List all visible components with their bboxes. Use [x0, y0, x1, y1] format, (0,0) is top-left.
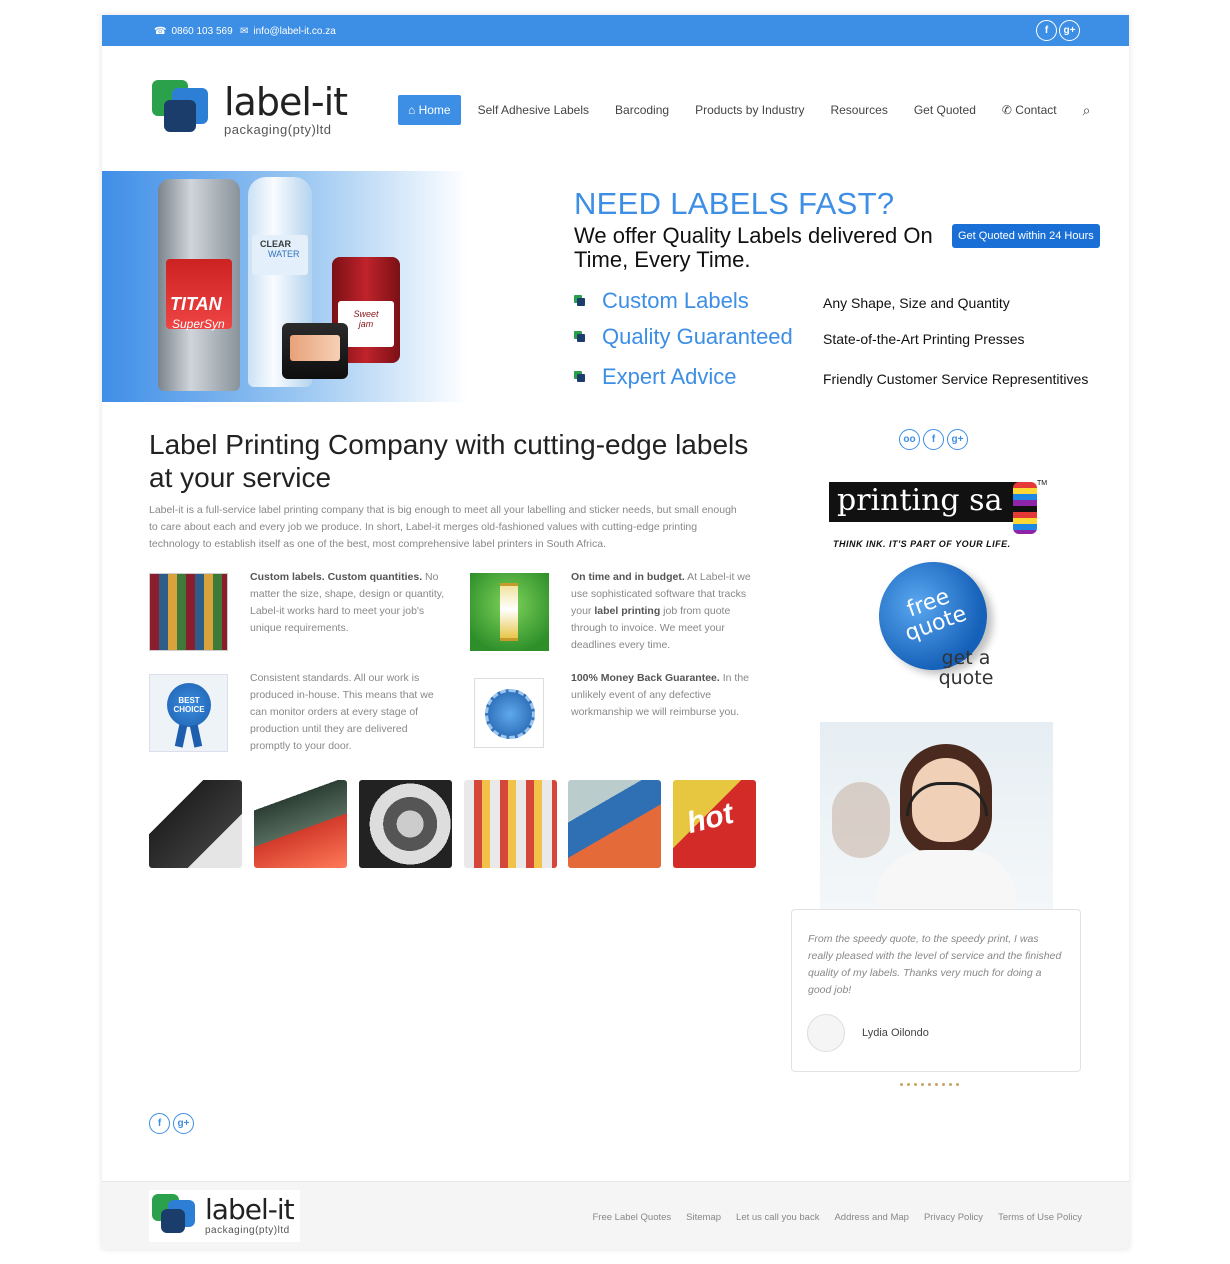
- footer-link-sitemap[interactable]: Sitemap: [686, 1212, 721, 1223]
- top-bar: ☎ 0860 103 569 ✉ info@label-it.co.za f g…: [102, 15, 1129, 46]
- hero-title: NEED LABELS FAST?: [574, 186, 895, 221]
- mail-icon: ✉: [240, 26, 249, 37]
- testimonial-quote: From the speedy quote, to the speedy pri…: [808, 933, 1062, 996]
- hourglass-money-image: [470, 573, 549, 651]
- footer-logo[interactable]: label-it packaging(pty)ltd: [149, 1190, 300, 1242]
- get-quoted-button[interactable]: Get Quoted within 24 Hours: [952, 224, 1100, 248]
- hero-feature-desc: Any Shape, Size and Quantity: [823, 295, 1010, 311]
- email-contact[interactable]: ✉ info@label-it.co.za: [240, 26, 336, 37]
- footer-link-address-map[interactable]: Address and Map: [834, 1212, 908, 1223]
- cosmetic-jar-image: [282, 323, 348, 379]
- footer-social: f g+: [149, 1113, 194, 1134]
- google-plus-icon[interactable]: g+: [1059, 20, 1080, 41]
- nav-home[interactable]: ⌂ Home: [398, 95, 461, 125]
- hero-subtitle: We offer Quality Labels delivered On Tim…: [574, 223, 933, 272]
- printing-sa-color-mark-icon: [1013, 482, 1037, 534]
- page-shell: ☎ 0860 103 569 ✉ info@label-it.co.za f g…: [102, 15, 1129, 1249]
- facebook-icon[interactable]: f: [923, 429, 944, 450]
- get-a-quote-text[interactable]: get a quote: [937, 648, 995, 688]
- sidebar-social: oo f g+: [899, 429, 968, 450]
- thumb-label-rolls[interactable]: [359, 780, 452, 868]
- search-icon[interactable]: ⌕: [1070, 102, 1104, 119]
- thumb-label-printer[interactable]: [149, 780, 242, 868]
- email-address: info@label-it.co.za: [253, 26, 336, 37]
- bullet-icon: [574, 295, 586, 307]
- facebook-icon[interactable]: f: [1036, 20, 1057, 41]
- nav-get-quoted[interactable]: Get Quoted: [901, 103, 989, 117]
- money-back-guarantee-image: [474, 678, 544, 748]
- thumb-barcode-scanner[interactable]: [254, 780, 347, 868]
- bullet-icon: [574, 371, 586, 383]
- avatar: [807, 1014, 845, 1052]
- hero-feature-desc: Friendly Customer Service Representitive…: [823, 371, 1089, 387]
- nav-products-by-industry[interactable]: Products by Industry: [682, 103, 817, 117]
- feature-custom-labels: Custom labels. Custom quantities. No mat…: [250, 571, 445, 634]
- best-choice-ribbon-image: BEST CHOICE: [149, 674, 228, 752]
- oil-bottle-image: TITAN SuperSyn: [158, 179, 240, 391]
- footer-link-call-back[interactable]: Let us call you back: [736, 1212, 819, 1223]
- feature-money-back: 100% Money Back Guarantee. In the unlike…: [571, 672, 750, 718]
- footer-link-privacy-policy[interactable]: Privacy Policy: [924, 1212, 983, 1223]
- testimonial-card: From the speedy quote, to the speedy pri…: [791, 909, 1081, 1072]
- facebook-icon[interactable]: f: [149, 1113, 170, 1134]
- intro-paragraph: Label-it is a full-service label printin…: [149, 504, 737, 550]
- logo-subtitle: packaging(pty)ltd: [224, 121, 332, 137]
- hero-feature-expert-advice: Expert Advice: [574, 364, 737, 390]
- thumb-hot-label[interactable]: hot: [673, 780, 756, 868]
- feature-on-time: On time and in budget. At Label-it we us…: [571, 571, 751, 651]
- nav-self-adhesive-labels[interactable]: Self Adhesive Labels: [465, 103, 602, 117]
- site-logo[interactable]: label-it packaging(pty)ltd: [150, 78, 348, 140]
- printing-sa-logo[interactable]: printing sa: [829, 482, 1019, 522]
- footer-logo-subtitle: packaging(pty)ltd: [205, 1225, 290, 1236]
- nav-contact[interactable]: ✆ Contact: [989, 103, 1070, 117]
- thumb-printed-rolls[interactable]: [464, 780, 557, 868]
- custom-labels-image: [149, 573, 228, 651]
- home-icon: ⌂: [408, 103, 416, 117]
- google-plus-icon[interactable]: g+: [173, 1113, 194, 1134]
- customer-service-agent-image: [820, 722, 1053, 910]
- link-icon[interactable]: oo: [899, 429, 920, 450]
- bullet-icon: [574, 331, 586, 343]
- trademark-mark: TM: [1037, 480, 1048, 487]
- logo-mark-icon: [150, 78, 212, 140]
- phone-icon: ☎: [154, 26, 167, 37]
- testimonial-author: Lydia Oilondo: [862, 1027, 929, 1039]
- logo-name: label-it: [224, 79, 348, 124]
- google-plus-icon[interactable]: g+: [947, 429, 968, 450]
- footer-link-terms-of-use[interactable]: Terms of Use Policy: [998, 1212, 1082, 1223]
- footer-link-free-label-quotes[interactable]: Free Label Quotes: [592, 1212, 671, 1223]
- phone-icon: ✆: [1001, 103, 1012, 117]
- nav-resources[interactable]: Resources: [817, 103, 900, 117]
- footer: label-it packaging(pty)ltd Free Label Qu…: [102, 1181, 1129, 1249]
- phone-contact[interactable]: ☎ 0860 103 569: [154, 26, 233, 37]
- footer-logo-name: label-it: [205, 1193, 295, 1226]
- hero-products-image: TITAN SuperSyn CLEAR WATER Sweet jam: [102, 171, 468, 402]
- footer-links: Free Label Quotes Sitemap Let us call yo…: [592, 1212, 1082, 1223]
- hero-feature-quality-guaranteed: Quality Guaranteed: [574, 324, 793, 350]
- logo-mark-icon: [151, 1193, 197, 1239]
- main-nav: ⌂ Home Self Adhesive Labels Barcoding Pr…: [398, 95, 1103, 125]
- phone-number: 0860 103 569: [171, 26, 233, 37]
- thumb-shaped-labels[interactable]: [568, 780, 661, 868]
- carousel-dots[interactable]: [900, 1083, 959, 1086]
- printing-sa-tagline: THINK INK. IT'S PART OF YOUR LIFE.: [833, 539, 1011, 549]
- page-heading: Label Printing Company with cutting-edge…: [149, 429, 749, 493]
- hero-feature-desc: State-of-the-Art Printing Presses: [823, 331, 1025, 347]
- nav-barcoding[interactable]: Barcoding: [602, 103, 682, 117]
- hero-feature-custom-labels: Custom Labels: [574, 288, 749, 314]
- feature-consistent-standards: Consistent standards. All our work is pr…: [250, 672, 434, 752]
